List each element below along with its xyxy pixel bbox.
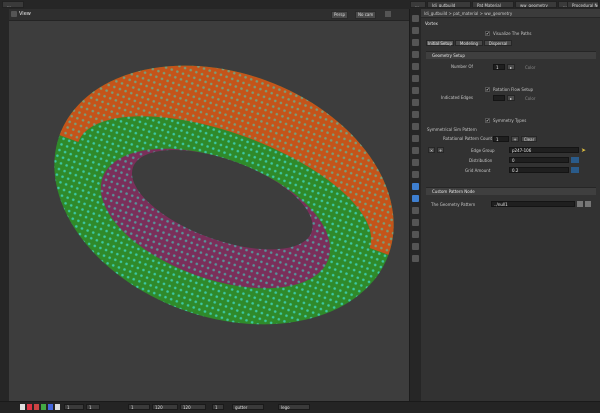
viewport-label: View — [19, 11, 31, 17]
range-start-field[interactable]: 120 — [152, 404, 178, 410]
node-title: Vortex — [425, 21, 438, 26]
number-of-label: Number Of — [451, 64, 473, 69]
tab-dispersal[interactable]: Dispersal — [484, 40, 512, 46]
tool-icon[interactable] — [412, 195, 419, 202]
viewport-menu-icon[interactable] — [11, 11, 17, 17]
status-item[interactable]: lego — [278, 404, 310, 410]
multiparm-add[interactable]: + — [437, 147, 444, 153]
tool-icon[interactable] — [412, 183, 419, 190]
tool-icon[interactable] — [412, 171, 419, 178]
visualize-paths-checkbox[interactable] — [485, 31, 490, 36]
tool-icon[interactable] — [412, 123, 419, 130]
tool-icon[interactable] — [412, 87, 419, 94]
number-of-field[interactable]: 1 — [493, 64, 505, 70]
top-tab[interactable]: ... — [2, 1, 24, 8]
tool-icon[interactable] — [412, 207, 419, 214]
tool-icon[interactable] — [412, 27, 419, 34]
timeline-bar: 1 1 1 120 120 1 gutter lego — [0, 401, 600, 413]
jump-to-node-icon[interactable] — [585, 201, 591, 207]
step-field[interactable]: 1 — [212, 404, 224, 410]
edge-group-label: Edge Group — [471, 148, 495, 153]
left-toolbar — [0, 9, 9, 401]
custom-pattern-header: Custom Pattern Node — [432, 189, 475, 194]
tool-icon[interactable] — [412, 135, 419, 142]
rotation-flow-checkbox[interactable] — [485, 87, 490, 92]
torus-geometry[interactable] — [9, 20, 409, 401]
rotational-count-field[interactable]: 1 — [493, 136, 509, 142]
tool-icon[interactable] — [412, 219, 419, 226]
tab-initial-setup[interactable]: Initial Setup — [426, 40, 454, 46]
tool-icon[interactable] — [412, 99, 419, 106]
indicated-edges-label: Indicated Edges — [441, 95, 474, 100]
tool-icon[interactable] — [412, 159, 419, 166]
top-tab[interactable]: Procedural Nodes — [567, 1, 599, 8]
top-tab[interactable]: Pat Material — [472, 1, 514, 8]
viewport[interactable]: View Persp No cam — [9, 9, 409, 401]
visualize-paths-label: Visualize The Paths — [493, 31, 532, 36]
tool-icon[interactable] — [412, 39, 419, 46]
grid-amount-slider[interactable] — [571, 167, 579, 173]
rotational-count-label: Rotational Pattern Count — [443, 136, 493, 141]
color-swatch[interactable] — [48, 404, 53, 410]
tool-icon[interactable] — [412, 111, 419, 118]
geometry-setup-header: Geometry Setup — [432, 53, 465, 58]
node-path[interactable]: ldi_gutbuild > pat_material > ww_geometr… — [424, 11, 512, 16]
rotational-count-add[interactable]: + — [511, 136, 519, 142]
tool-icon[interactable] — [412, 15, 419, 22]
tool-icon[interactable] — [412, 255, 419, 262]
node-chooser-icon[interactable] — [577, 201, 583, 207]
color-swatch[interactable] — [55, 404, 60, 410]
tool-icon[interactable] — [412, 75, 419, 82]
top-tab[interactable]: ww_geometry — [515, 1, 557, 8]
color-swatch[interactable] — [27, 404, 32, 410]
current-frame-field[interactable]: 1 — [128, 404, 150, 410]
frame-start-field[interactable]: 1 — [64, 404, 84, 410]
parameter-panel: ldi_gutbuild > pat_material > ww_geometr… — [421, 9, 600, 401]
tool-icon[interactable] — [412, 63, 419, 70]
color-swatch[interactable] — [34, 404, 39, 410]
symmetry-types-checkbox[interactable] — [485, 118, 490, 123]
rotational-clear-button[interactable]: Clear — [521, 136, 537, 142]
arrow-select-icon[interactable]: ➤ — [581, 147, 586, 154]
persp-button[interactable]: Persp — [331, 11, 348, 19]
indicated-edges-stepper[interactable]: ▸ — [507, 95, 515, 101]
symmetry-types-label: Symmetry Types — [493, 118, 527, 123]
tab-modeling[interactable]: Modeling — [455, 40, 483, 46]
tool-icon[interactable] — [412, 231, 419, 238]
custom-pattern-section[interactable]: Custom Pattern Node — [426, 187, 596, 195]
top-tab[interactable]: ... — [410, 1, 426, 8]
indicated-edges-extra: Color — [525, 96, 536, 101]
color-swatch[interactable] — [20, 404, 25, 410]
range-end-field[interactable]: 120 — [180, 404, 206, 410]
indicated-edges-field[interactable] — [493, 95, 505, 101]
status-item[interactable]: gutter — [232, 404, 264, 410]
tool-icon[interactable] — [412, 243, 419, 250]
node-path-bar: ldi_gutbuild > pat_material > ww_geometr… — [421, 9, 600, 18]
symmetry-pattern-header: Symmetrical Sim Pattern — [427, 127, 477, 132]
frame-end-field[interactable]: 1 — [86, 404, 100, 410]
distribution-slider[interactable] — [571, 157, 579, 163]
grid-amount-label: Grid Amount — [465, 168, 491, 173]
color-swatch[interactable] — [41, 404, 46, 410]
multiparm-remove[interactable]: × — [428, 147, 435, 153]
distribution-field[interactable]: 0 — [509, 157, 569, 163]
tool-icon[interactable] — [412, 147, 419, 154]
top-tab[interactable]: ldi_gutbuild — [427, 1, 471, 8]
grid-amount-field[interactable]: 0.2 — [509, 167, 569, 173]
geometry-setup-section[interactable]: Geometry Setup — [426, 51, 596, 59]
edge-group-field[interactable]: p247-106 — [509, 147, 579, 153]
camera-button[interactable]: No cam — [355, 11, 377, 19]
number-of-stepper[interactable]: ▸ — [507, 64, 515, 70]
viewport-options-icon[interactable] — [385, 11, 391, 17]
geometry-pattern-path-field[interactable]: ../null1 — [491, 201, 575, 207]
number-of-extra: Color — [525, 65, 536, 70]
tool-icon[interactable] — [412, 51, 419, 58]
geometry-pattern-label: The Geometry Pattern — [431, 202, 476, 207]
distribution-label: Distribution — [469, 158, 493, 163]
rotation-flow-label: Rotation Flow Setup — [493, 87, 534, 92]
